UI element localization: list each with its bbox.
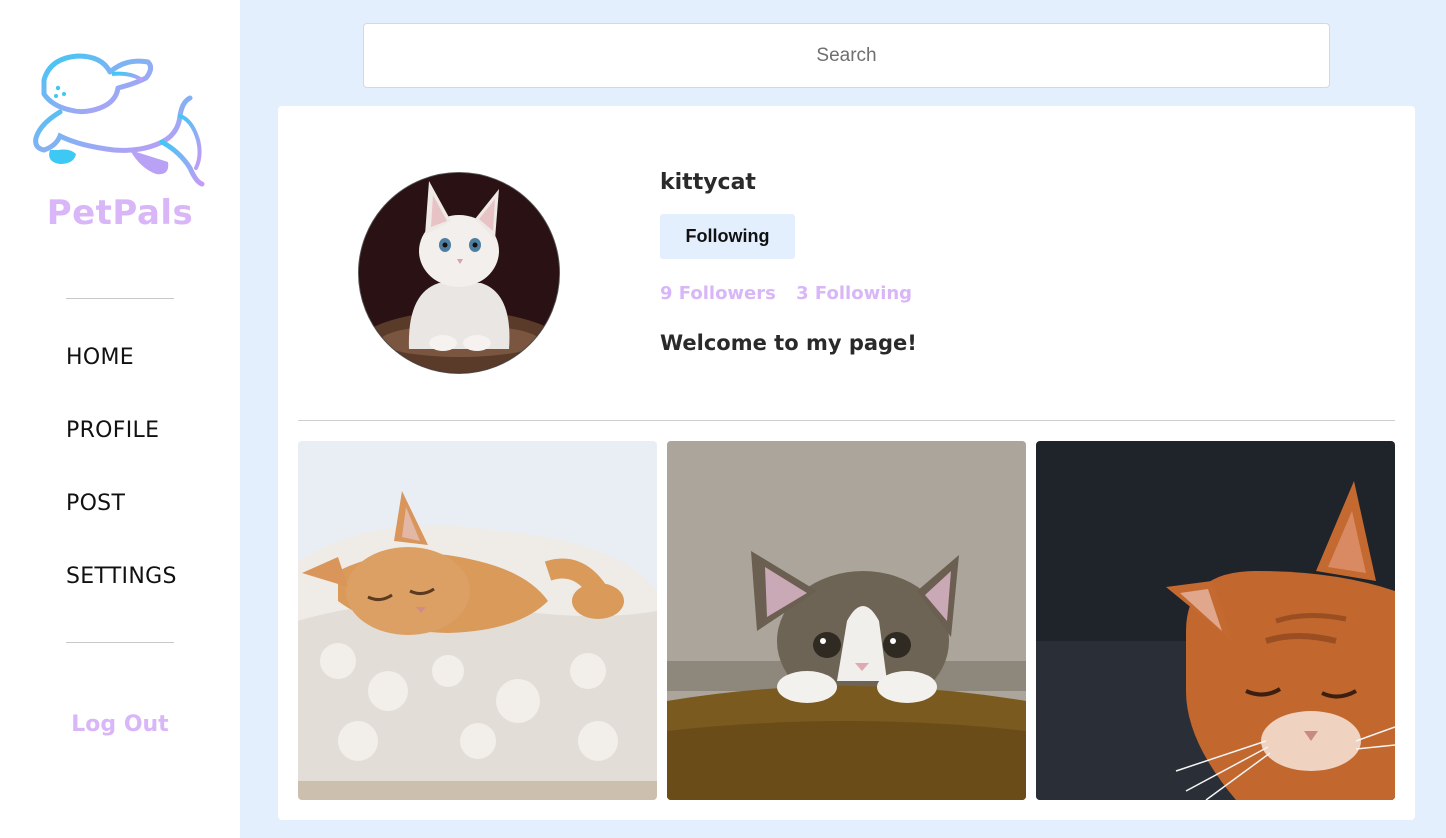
brand-name: PetPals <box>46 193 194 233</box>
app-root: PetPals HOME PROFILE POST SETTINGS Log O… <box>0 0 1446 838</box>
following-link[interactable]: 3 Following <box>796 283 912 304</box>
card-divider <box>298 420 1395 421</box>
profile-card: kittycat Following 9 Followers 3 Followi… <box>278 106 1415 820</box>
nav-item-profile[interactable]: PROFILE <box>66 413 177 486</box>
search-input[interactable] <box>363 23 1330 88</box>
dog-icon[interactable] <box>30 50 210 195</box>
post-thumbnail[interactable] <box>298 441 657 800</box>
main-nav: HOME PROFILE POST SETTINGS <box>66 340 177 632</box>
post-thumbnail[interactable] <box>667 441 1026 800</box>
nav-item-settings[interactable]: SETTINGS <box>66 559 177 632</box>
avatar[interactable] <box>358 172 560 374</box>
nav-item-post[interactable]: POST <box>66 486 177 559</box>
profile-stats: 9 Followers 3 Following <box>660 283 926 304</box>
post-thumbnail[interactable] <box>1036 441 1395 800</box>
profile-bio: Welcome to my page! <box>660 331 917 355</box>
followers-link[interactable]: 9 Followers <box>660 283 776 304</box>
profile-username: kittycat <box>660 170 756 195</box>
nav-divider-bottom <box>66 642 174 643</box>
nav-divider-top <box>66 298 174 299</box>
following-button[interactable]: Following <box>660 214 795 259</box>
logout-link[interactable]: Log Out <box>0 712 240 737</box>
sidebar: PetPals HOME PROFILE POST SETTINGS Log O… <box>0 0 240 838</box>
nav-item-home[interactable]: HOME <box>66 340 177 413</box>
